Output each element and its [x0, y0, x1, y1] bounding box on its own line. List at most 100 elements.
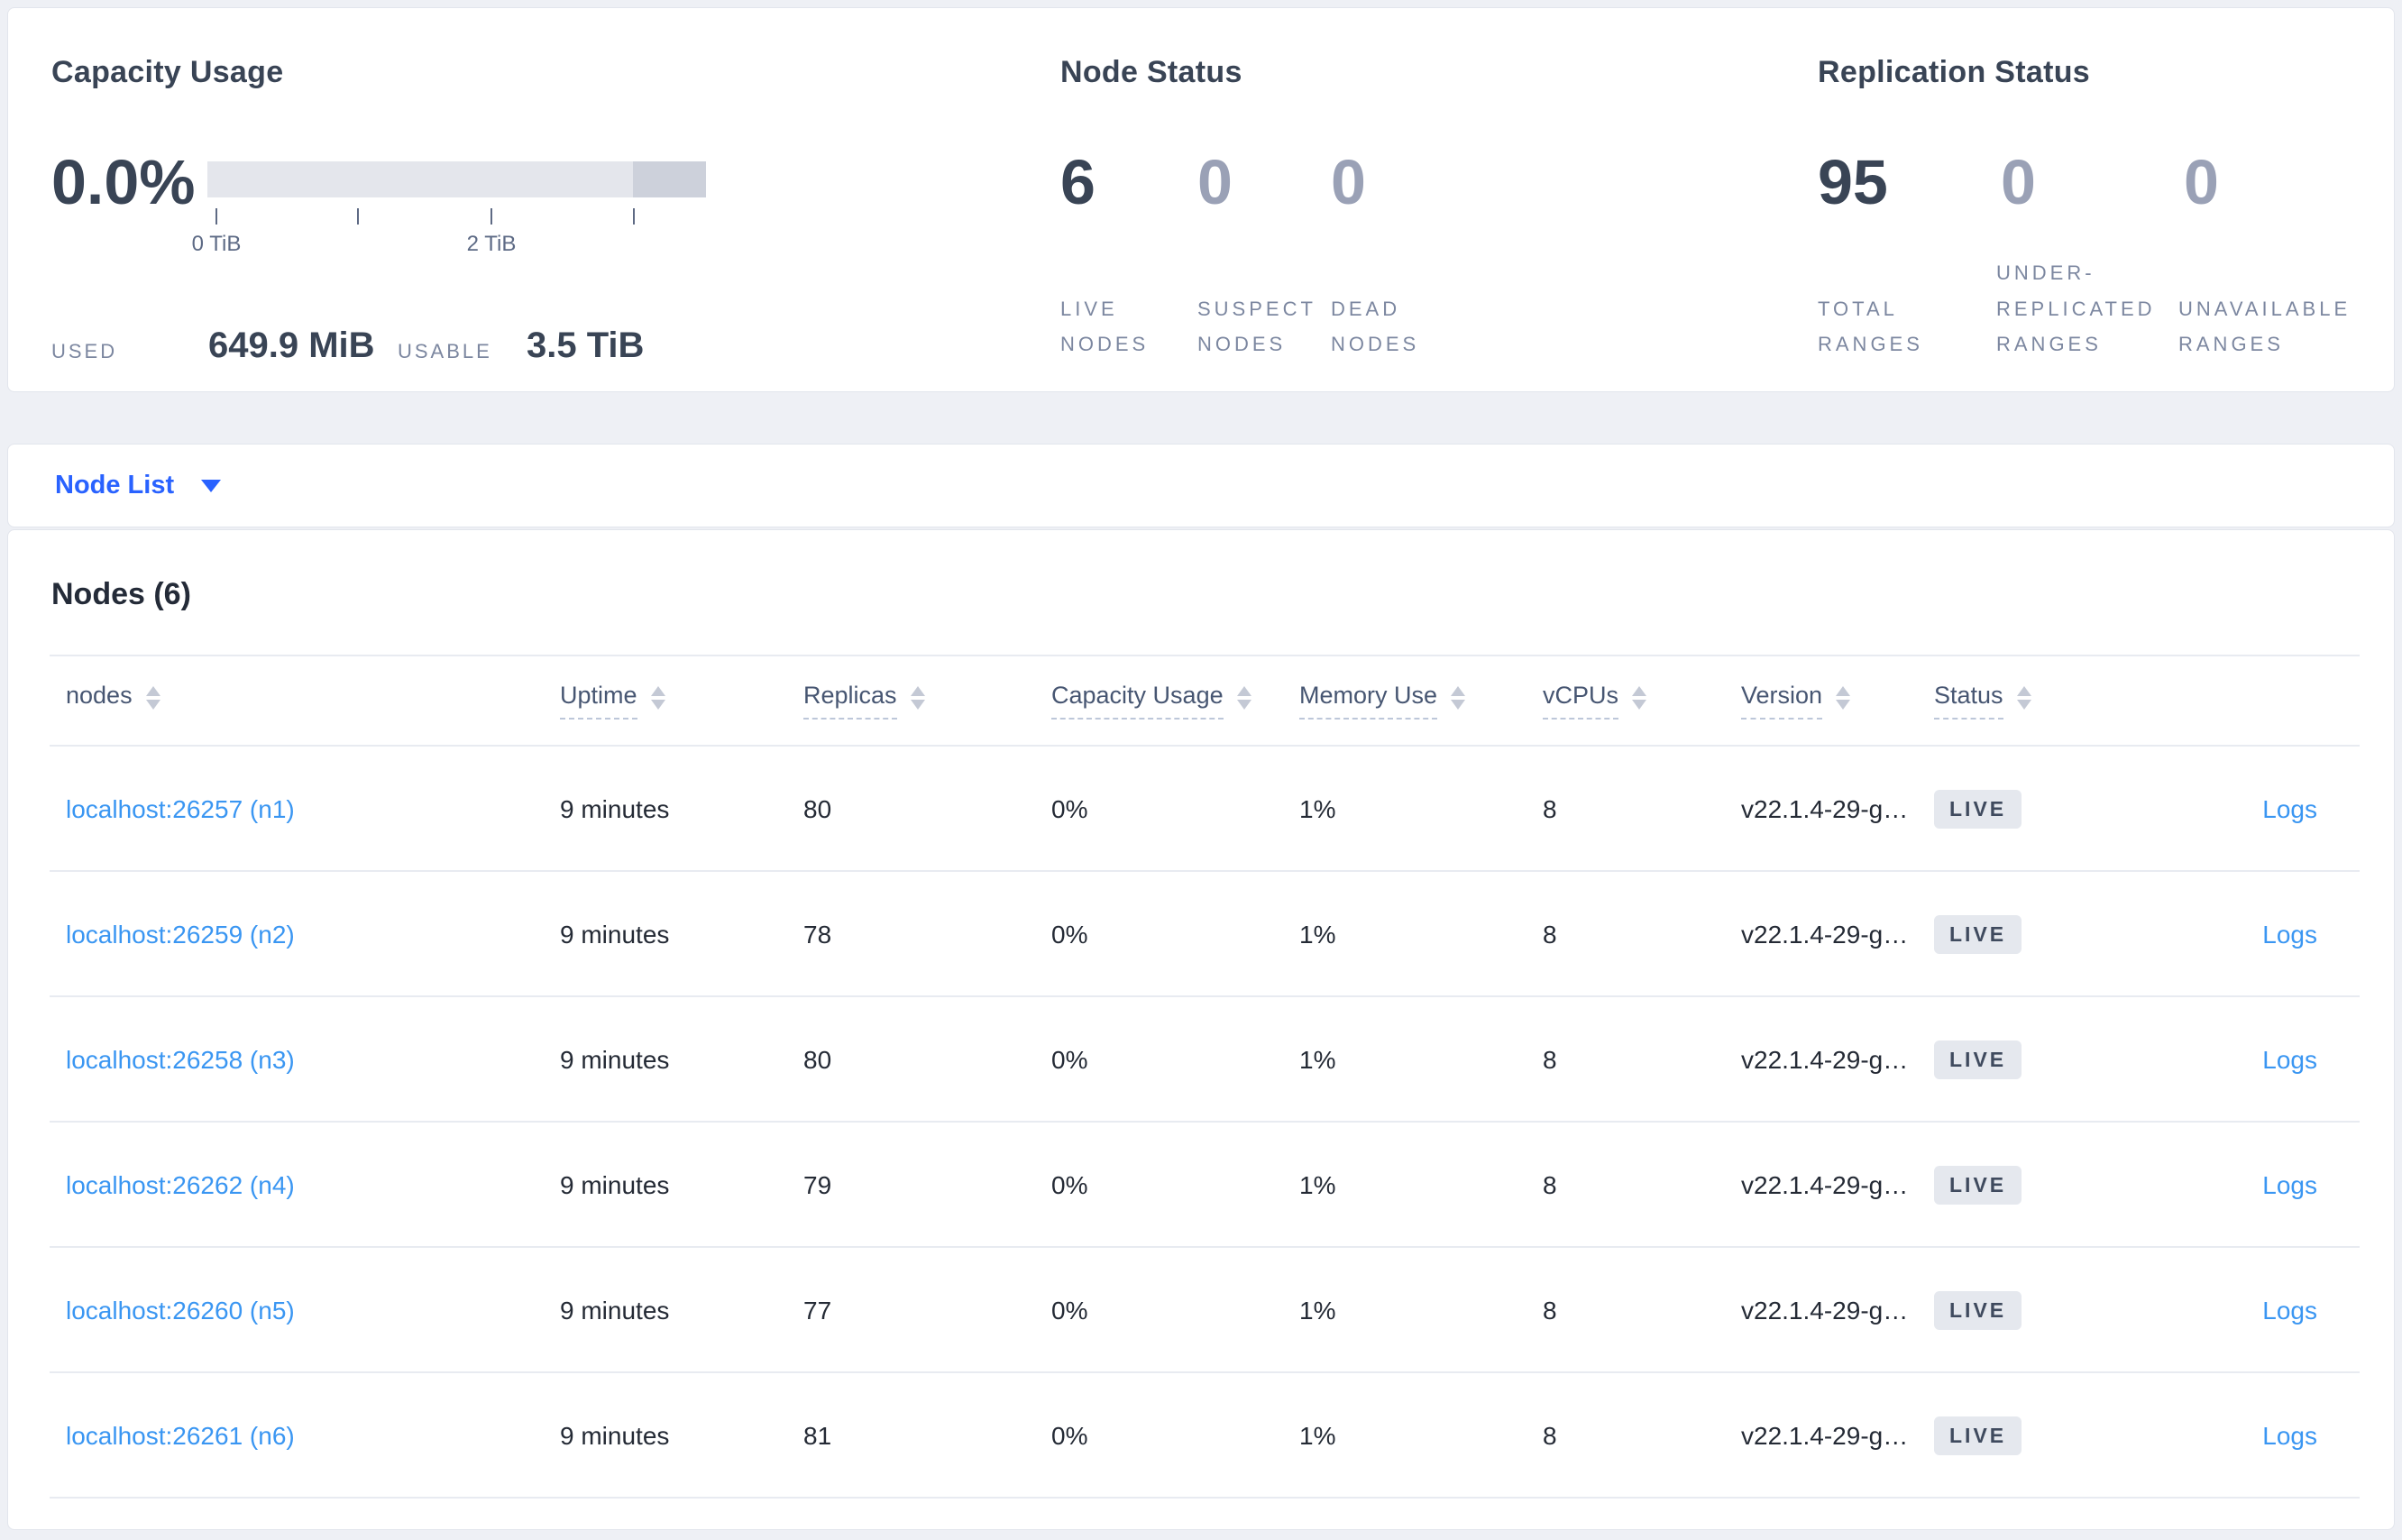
column-header-capacity-usage[interactable]: Capacity Usage	[1051, 682, 1299, 720]
memory-cell: 1%	[1299, 920, 1336, 949]
version-cell: v22.1.4-29-g…	[1741, 1170, 1909, 1199]
total-ranges-label: TOTAL RANGES	[1818, 297, 1923, 356]
sort-icon	[1632, 686, 1647, 715]
node-link[interactable]: localhost:26258 (n3)	[66, 1046, 560, 1075]
status-cell: LIVE	[1934, 915, 2141, 954]
axis-tick	[633, 208, 635, 225]
capacity-used-percent: 0.0%	[51, 147, 196, 217]
usable-value: 3.5 TiB	[527, 325, 645, 365]
replicas-cell: 79	[803, 1170, 832, 1199]
sort-icon	[1236, 686, 1251, 715]
axis-tick	[357, 208, 359, 225]
capacity-cell: 0%	[1051, 920, 1088, 949]
status-cell: LIVE	[1934, 1291, 2141, 1330]
status-badge: LIVE	[1934, 790, 2022, 829]
status-badge: LIVE	[1934, 1040, 2022, 1079]
table-row: localhost:26258 (n3) 9 minutes 80 0% 1% 8 v22.…	[8, 997, 2394, 1123]
vcpus-cell: 8	[1543, 1045, 1557, 1074]
uptime-cell: 9 minutes	[560, 1421, 670, 1450]
logs-link[interactable]: Logs	[2262, 1422, 2317, 1451]
replicas-cell: 80	[803, 794, 832, 823]
column-header-replicas[interactable]: Replicas	[803, 682, 1051, 720]
node-status-title: Node Status	[1060, 55, 1242, 89]
replication-status-title: Replication Status	[1818, 55, 2091, 89]
table-row: localhost:26261 (n6) 9 minutes 81 0% 1% 8 v22.…	[8, 1373, 2394, 1499]
table-row: localhost:26260 (n5) 9 minutes 77 0% 1% 8 v22.…	[8, 1248, 2394, 1373]
view-selector-label: Node List	[55, 471, 175, 500]
node-link[interactable]: localhost:26257 (n1)	[66, 795, 560, 824]
column-header-label: Uptime	[560, 682, 637, 720]
version-cell: v22.1.4-29-g…	[1741, 920, 1909, 949]
node-link[interactable]: localhost:26259 (n2)	[66, 921, 560, 949]
unavailable-ranges-count: 0	[2184, 147, 2219, 217]
table-header: nodes Uptime Replicas Capacity Usage Memory …	[8, 656, 2394, 745]
sort-icon	[910, 686, 925, 715]
replicas-cell: 77	[803, 1296, 832, 1325]
vcpus-cell: 8	[1543, 794, 1557, 823]
logs-link[interactable]: Logs	[2262, 795, 2317, 824]
total-ranges-count: 95	[1818, 147, 1888, 217]
column-header-uptime[interactable]: Uptime	[560, 682, 803, 720]
memory-cell: 1%	[1299, 1045, 1336, 1074]
status-badge: LIVE	[1934, 1416, 2022, 1455]
status-cell: LIVE	[1934, 790, 2141, 829]
vcpus-cell: 8	[1543, 1170, 1557, 1199]
suspect-nodes-label: SUSPECT NODES	[1197, 297, 1316, 356]
version-cell: v22.1.4-29-g…	[1741, 1045, 1909, 1074]
status-badge: LIVE	[1934, 915, 2022, 954]
uptime-cell: 9 minutes	[560, 794, 670, 823]
logs-link[interactable]: Logs	[2262, 1046, 2317, 1075]
live-nodes-count: 6	[1060, 147, 1096, 217]
axis-tick	[490, 208, 492, 225]
column-header-nodes[interactable]: nodes	[66, 682, 560, 720]
column-header-memory-use[interactable]: Memory Use	[1299, 682, 1543, 720]
node-link[interactable]: localhost:26262 (n4)	[66, 1171, 560, 1200]
capacity-cell: 0%	[1051, 1170, 1088, 1199]
uptime-cell: 9 minutes	[560, 920, 670, 949]
column-header-vcpus[interactable]: vCPUs	[1543, 682, 1741, 720]
uptime-cell: 9 minutes	[560, 1296, 670, 1325]
column-header-version[interactable]: Version	[1741, 682, 1934, 720]
uptime-cell: 9 minutes	[560, 1170, 670, 1199]
capacity-bar-dark-segment	[633, 161, 706, 197]
column-header-label: Version	[1741, 682, 1823, 720]
replicas-cell: 81	[803, 1421, 832, 1450]
view-selector-dropdown[interactable]: Node List	[55, 445, 222, 527]
column-header-label: Capacity Usage	[1051, 682, 1224, 720]
used-label: USED	[51, 340, 118, 362]
capacity-cell: 0%	[1051, 1421, 1088, 1450]
logs-link[interactable]: Logs	[2262, 1297, 2317, 1325]
node-link[interactable]: localhost:26261 (n6)	[66, 1422, 560, 1451]
view-selector-bar: Node List	[7, 444, 2395, 527]
sort-icon	[650, 686, 665, 715]
column-header-label: nodes	[66, 682, 133, 709]
vcpus-cell: 8	[1543, 1296, 1557, 1325]
version-cell: v22.1.4-29-g…	[1741, 1296, 1909, 1325]
memory-cell: 1%	[1299, 1296, 1336, 1325]
suspect-nodes-count: 0	[1197, 147, 1233, 217]
sort-icon	[1836, 686, 1851, 715]
column-header-status[interactable]: Status	[1934, 682, 2141, 720]
logs-link[interactable]: Logs	[2262, 921, 2317, 949]
memory-cell: 1%	[1299, 794, 1336, 823]
replicas-cell: 80	[803, 1045, 832, 1074]
table-row: localhost:26259 (n2) 9 minutes 78 0% 1% 8 v22.…	[8, 872, 2394, 997]
under-replicated-ranges-label: UNDER-REPLICATED RANGES	[1996, 261, 2156, 356]
table-header-row: nodes Uptime Replicas Capacity Usage Memory …	[8, 656, 2394, 745]
table-row: localhost:26262 (n4) 9 minutes 79 0% 1% 8 v22.…	[8, 1123, 2394, 1248]
vcpus-cell: 8	[1543, 920, 1557, 949]
axis-tick-label: 2 TiB	[466, 232, 517, 256]
logs-link[interactable]: Logs	[2262, 1171, 2317, 1200]
live-nodes-label: LIVE NODES	[1060, 297, 1150, 356]
capacity-cell: 0%	[1051, 1296, 1088, 1325]
nodes-table-panel: Nodes (6) nodes Uptime Replicas Capacity Us…	[7, 529, 2395, 1530]
node-link[interactable]: localhost:26260 (n5)	[66, 1297, 560, 1325]
under-replicated-ranges-count: 0	[2001, 147, 2036, 217]
column-header-label: Memory Use	[1299, 682, 1438, 720]
version-cell: v22.1.4-29-g…	[1741, 1421, 1909, 1450]
memory-cell: 1%	[1299, 1170, 1336, 1199]
status-cell: LIVE	[1934, 1416, 2141, 1455]
used-value: 649.9 MiB	[208, 325, 375, 365]
capacity-cell: 0%	[1051, 794, 1088, 823]
status-cell: LIVE	[1934, 1040, 2141, 1079]
